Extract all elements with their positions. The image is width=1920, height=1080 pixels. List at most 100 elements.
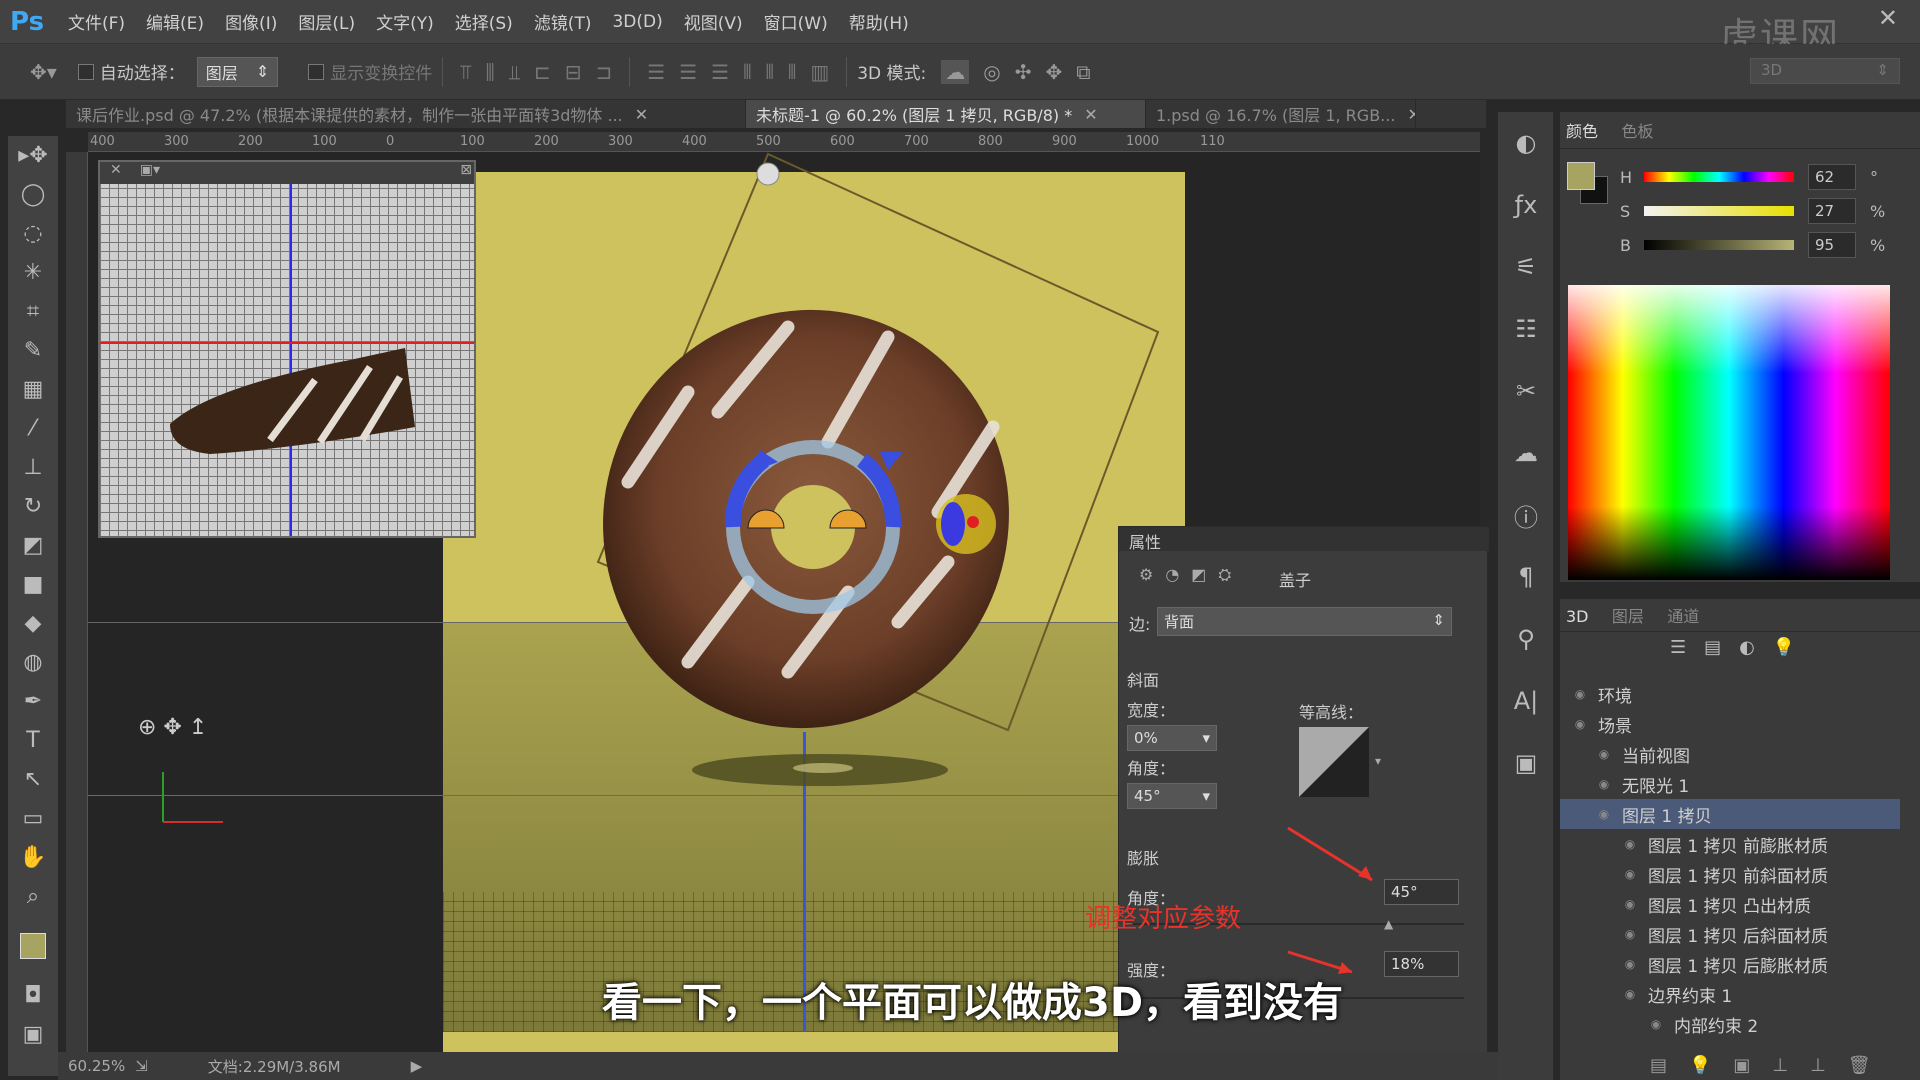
eye-icon[interactable]: ◉ [1620, 837, 1640, 851]
zoom-tool-icon[interactable]: ⌕ [8, 877, 58, 916]
eye-icon[interactable]: ◉ [1594, 747, 1614, 761]
eyedropper-icon[interactable]: ✎ [8, 331, 58, 370]
layer-row-material[interactable]: ◉ 图层 1 拷贝 后斜面材质 [1560, 919, 1900, 949]
color-spectrum[interactable] [1568, 285, 1890, 580]
move-tool-icon[interactable]: ✥▾ [30, 60, 57, 84]
distribute-top-icon[interactable]: ☰ [647, 60, 665, 84]
width-field[interactable]: 0% ▾ [1127, 725, 1217, 751]
menu-image[interactable]: 图像(I) [225, 9, 277, 34]
healing-brush-icon[interactable]: ▦ [8, 370, 58, 409]
hand-tool-icon[interactable]: ✋ [8, 838, 58, 877]
3d-filter-icons[interactable]: ☰▤◐💡 [1670, 637, 1813, 658]
align-right-icon[interactable]: ⊐ [596, 60, 613, 84]
type-tool-icon[interactable]: T [8, 721, 58, 760]
distribute-left-icon[interactable]: ⫴ [743, 60, 751, 84]
marquee-tool-icon[interactable]: ◯ [8, 175, 58, 214]
magic-wand-icon[interactable]: ✳ [8, 253, 58, 292]
character-icon[interactable]: A| [1498, 670, 1554, 732]
auto-select-target[interactable]: 图层 ⇕ [196, 56, 279, 87]
side-select[interactable]: 背面 ⇕ [1157, 607, 1452, 636]
menu-filter[interactable]: 滤镜(T) [534, 9, 592, 34]
angle-field[interactable]: 45° ▾ [1127, 783, 1217, 809]
eye-icon[interactable]: ◉ [1620, 987, 1640, 1001]
layer-row-material[interactable]: ◉ 图层 1 拷贝 凸出材质 [1560, 889, 1900, 919]
align-top-icon[interactable]: ⫪ [460, 60, 471, 84]
distribute-hcenter-icon[interactable]: ⫴ [766, 60, 774, 84]
layers-footer-icons[interactable]: ▤💡▣⊥⊥🗑 [1650, 1055, 1893, 1076]
align-left-icon[interactable]: ⊏ [534, 60, 551, 84]
status-menu-icon[interactable]: ▶ [411, 1057, 423, 1075]
eraser-tool-icon[interactable]: ◩ [8, 526, 58, 565]
libraries-icon[interactable]: ☁ [1498, 422, 1554, 484]
menu-3d[interactable]: 3D(D) [612, 12, 662, 32]
menu-select[interactable]: 选择(S) [455, 9, 513, 34]
scale-3d-icon[interactable]: ⧉ [1076, 60, 1090, 84]
3d-panel-icon[interactable]: ▣ [1498, 732, 1554, 794]
paragraph-icon[interactable]: ¶ [1498, 546, 1554, 608]
brush-tool-icon[interactable]: ⁄ [8, 409, 58, 448]
layer-row-material[interactable]: ◉ 图层 1 拷贝 后膨胀材质 [1560, 949, 1900, 979]
doc-size[interactable]: 文档:2.29M/3.86M [208, 1056, 341, 1077]
tab-color[interactable]: 颜色 [1566, 118, 1598, 142]
layer-comps-icon[interactable]: ☷ [1498, 298, 1554, 360]
layer-row-material[interactable]: ◉ 图层 1 拷贝 前膨胀材质 [1560, 829, 1900, 859]
menu-file[interactable]: 文件(F) [68, 9, 125, 34]
3d-preview-window[interactable]: ✕ ▣▾ ⊠ [98, 160, 476, 538]
eye-icon[interactable]: ◉ [1570, 687, 1590, 701]
tools-icon[interactable]: ✂ [1498, 360, 1554, 422]
path-select-icon[interactable]: ↖ [8, 760, 58, 799]
distribute-right-icon[interactable]: ⫴ [788, 60, 796, 84]
pan-3d-icon[interactable]: ✣ [1015, 60, 1032, 84]
tab-homework[interactable]: 课后作业.psd @ 47.2% (根据本课提供的素材，制作一张由平面转3d物体… [66, 100, 746, 128]
tab-1psd[interactable]: 1.psd @ 16.7% (图层 1, RGB... ✕ [1146, 100, 1416, 128]
eye-icon[interactable]: ◉ [1594, 807, 1614, 821]
eye-icon[interactable]: ◉ [1620, 867, 1640, 881]
history-icon[interactable]: ◐ [1498, 112, 1554, 174]
dodge-tool-icon[interactable]: ◍ [8, 643, 58, 682]
tab-layers[interactable]: 图层 [1612, 603, 1644, 627]
eye-icon[interactable]: ◉ [1620, 897, 1640, 911]
roll-3d-icon[interactable]: ◎ [983, 60, 1000, 84]
layer-row-environment[interactable]: ◉ 环境 [1560, 679, 1900, 709]
blur-tool-icon[interactable]: ◆ [8, 604, 58, 643]
align-bottom-icon[interactable]: ⫫ [509, 60, 520, 84]
menu-type[interactable]: 文字(Y) [376, 9, 434, 34]
layer-row-mesh[interactable]: ◉ 图层 1 拷贝 [1560, 799, 1900, 829]
menu-layer[interactable]: 图层(L) [298, 9, 355, 34]
actions-icon[interactable]: ƒx [1498, 174, 1554, 236]
history-brush-icon[interactable]: ↻ [8, 487, 58, 526]
move-tool-icon[interactable]: ▸✥ [8, 136, 58, 175]
show-transform-checkbox[interactable] [308, 63, 325, 80]
tab-swatches[interactable]: 色板 [1621, 118, 1653, 142]
eye-icon[interactable]: ◉ [1646, 1017, 1666, 1031]
zoom-level[interactable]: 60.25% [68, 1057, 125, 1075]
eye-icon[interactable]: ◉ [1620, 957, 1640, 971]
layer-row-current-view[interactable]: ◉ 当前视图 [1560, 739, 1900, 769]
tab-3d[interactable]: 3D [1566, 607, 1589, 626]
info-icon[interactable]: ⓘ [1498, 484, 1554, 546]
close-icon[interactable]: ✕ [1878, 4, 1898, 32]
hue-slider[interactable]: H 62 ° [1620, 162, 1910, 192]
layer-row-internal[interactable]: ◉ 内部约束 2 [1560, 1009, 1900, 1039]
menu-view[interactable]: 视图(V) [684, 9, 743, 34]
orbit-3d-icon[interactable]: ☁ [941, 59, 970, 84]
saturation-slider[interactable]: S 27 % [1620, 196, 1910, 226]
contour-preview[interactable]: ▾ [1299, 727, 1389, 797]
align-hcenter-icon[interactable]: ⊟ [565, 60, 582, 84]
brightness-value[interactable]: 95 [1808, 232, 1856, 258]
layer-row-material[interactable]: ◉ 图层 1 拷贝 前斜面材质 [1560, 859, 1900, 889]
export-icon[interactable]: ⇲ [135, 1057, 148, 1075]
menu-help[interactable]: 帮助(H) [849, 9, 909, 34]
layer-row-boundary[interactable]: ◉ 边界约束 1 [1560, 979, 1900, 1009]
menu-window[interactable]: 窗口(W) [764, 9, 828, 34]
workspace-select[interactable]: 3D ⇕ [1750, 58, 1900, 84]
close-icon[interactable]: ✕ [1407, 105, 1415, 124]
lasso-tool-icon[interactable]: ◌ [8, 214, 58, 253]
gradient-tool-icon[interactable]: ■ [8, 565, 58, 604]
menu-edit[interactable]: 编辑(E) [146, 9, 204, 34]
screen-mode-icon[interactable]: ▣ [8, 1015, 58, 1054]
close-icon[interactable]: ✕ [1084, 105, 1097, 124]
quick-mask-icon[interactable]: ◘ [8, 976, 58, 1015]
align-vcenter-icon[interactable]: ⫼ [486, 60, 495, 84]
eye-icon[interactable]: ◉ [1594, 777, 1614, 791]
